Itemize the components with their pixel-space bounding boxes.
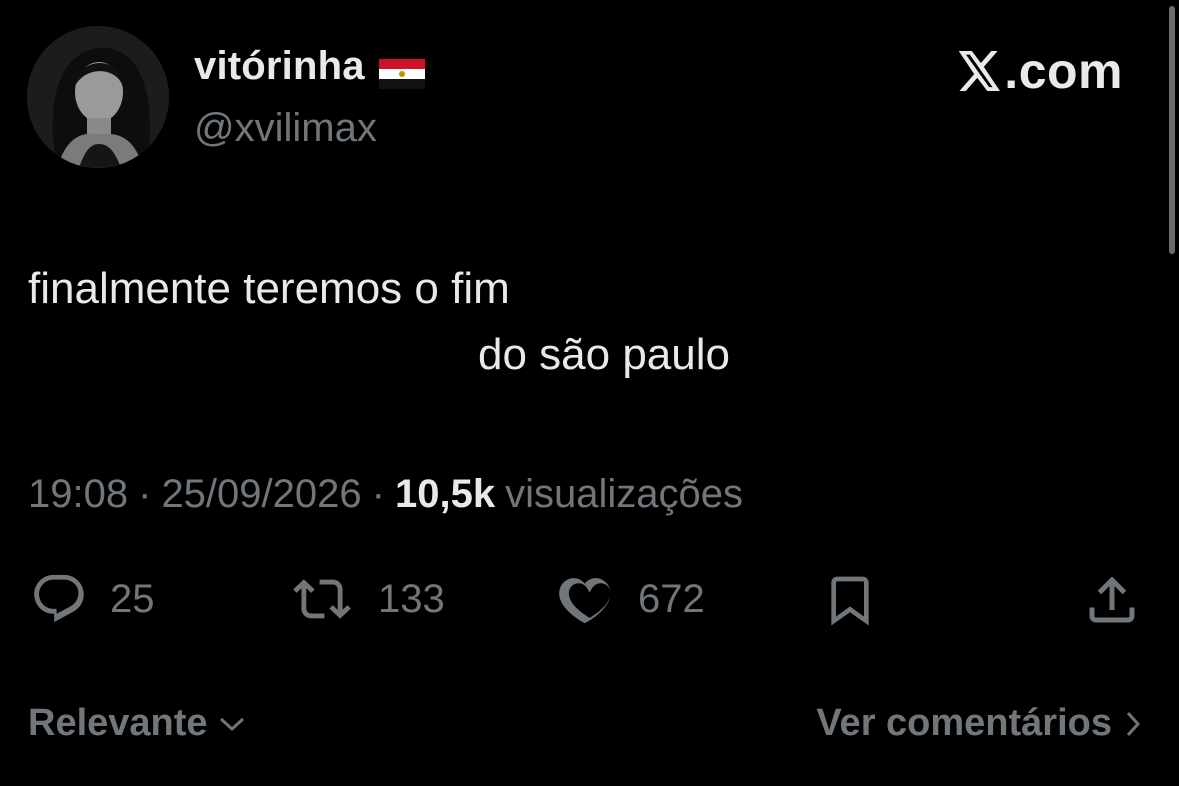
bookmark-icon bbox=[831, 576, 869, 626]
meta-separator: · bbox=[371, 472, 385, 516]
tweet-meta: 19:08 · 25/09/2026 · 10,5k visualizações bbox=[28, 472, 743, 517]
sort-label: Relevante bbox=[28, 702, 208, 744]
repost-icon bbox=[293, 579, 351, 619]
action-bar: 25 133 672 bbox=[28, 570, 1148, 630]
x-logo-icon bbox=[959, 51, 1001, 91]
flag-icon bbox=[378, 54, 425, 89]
tweet-line-1: finalmente teremos o fim bbox=[28, 264, 510, 313]
sort-dropdown[interactable]: Relevante bbox=[28, 702, 246, 745]
brand-label: .com bbox=[1004, 43, 1123, 99]
chevron-right-icon bbox=[1126, 711, 1141, 736]
tweet-text: finalmente teremos o fim do são paulo bbox=[28, 256, 730, 388]
author-handle[interactable]: @xvilimax bbox=[194, 106, 377, 151]
reply-icon bbox=[34, 574, 84, 623]
repost-count: 133 bbox=[378, 576, 445, 621]
view-comments-link[interactable]: Ver comentários bbox=[816, 702, 1144, 745]
avatar-photo bbox=[27, 26, 169, 168]
like-count: 672 bbox=[638, 576, 705, 621]
author-display-name: vitórinha bbox=[194, 44, 365, 88]
tweet-time[interactable]: 19:08 bbox=[28, 472, 128, 517]
avatar[interactable] bbox=[27, 26, 169, 168]
bookmark-button[interactable] bbox=[822, 570, 878, 630]
share-button[interactable] bbox=[1082, 570, 1142, 630]
tweet-footer: Relevante Ver comentários bbox=[28, 702, 1144, 745]
share-icon bbox=[1089, 576, 1135, 623]
tweet-date[interactable]: 25/09/2026 bbox=[161, 472, 361, 517]
brand-watermark: .com bbox=[958, 42, 1123, 100]
scrollbar[interactable] bbox=[1169, 6, 1175, 254]
reply-count: 25 bbox=[110, 576, 155, 621]
author-name[interactable]: vitórinha bbox=[194, 44, 425, 89]
view-comments-label: Ver comentários bbox=[816, 702, 1112, 744]
views-label: visualizações bbox=[505, 472, 743, 516]
heart-icon bbox=[559, 578, 611, 624]
meta-separator: · bbox=[138, 472, 152, 516]
like-button[interactable]: 672 bbox=[554, 570, 705, 628]
tweet-line-2: do são paulo bbox=[478, 330, 730, 379]
reply-button[interactable]: 25 bbox=[28, 570, 155, 628]
chevron-down-icon bbox=[219, 717, 244, 731]
views-count: 10,5k bbox=[394, 472, 496, 516]
repost-button[interactable]: 133 bbox=[286, 570, 445, 628]
